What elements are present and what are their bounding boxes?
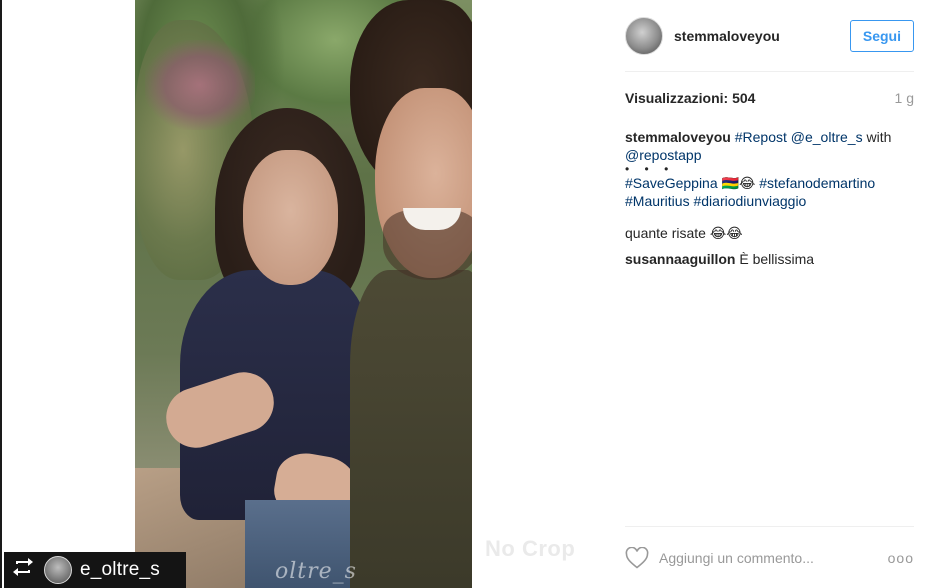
man-shirt [350, 270, 472, 588]
nocrop-watermark: No Crop [485, 536, 576, 561]
caption-username[interactable]: stemmaloveyou [625, 129, 731, 145]
post-stats: Visualizzazioni: 504 1 g [625, 90, 914, 106]
repost-icon [12, 557, 42, 583]
post-video[interactable]: oltre_s [135, 0, 472, 588]
comment-username[interactable]: susannaaguillon [625, 251, 735, 267]
background-flowers [145, 40, 255, 130]
list-item: quante risate 😂😂 [625, 224, 914, 242]
post-sidebar: stemmaloveyou Segui Visualizzazioni: 504… [601, 0, 936, 588]
hashtag-savegeppina[interactable]: #SaveGeppina [625, 175, 718, 191]
more-options-icon[interactable]: ooo [888, 550, 914, 566]
comment-input[interactable] [659, 549, 879, 566]
hashtag-stefanodemartino[interactable]: #stefanodemartino [759, 175, 875, 191]
caption-emoji: 🇲🇺😂 [721, 175, 756, 191]
follow-button[interactable]: Segui [849, 19, 914, 52]
caption-dots: • • • [625, 162, 675, 176]
repost-username: e_oltre_s [80, 559, 160, 580]
post-age[interactable]: 1 g [895, 90, 914, 106]
heart-icon[interactable] [625, 546, 649, 569]
hashtag-repost[interactable]: #Repost [735, 129, 787, 145]
avatar[interactable] [625, 16, 663, 55]
post-header: stemmaloveyou Segui [625, 0, 914, 72]
add-comment-bar: ooo [625, 526, 914, 588]
caption-with: with [862, 129, 892, 145]
video-overlay-text: oltre_s [275, 559, 357, 584]
repost-avatar [44, 556, 72, 584]
views-count: Visualizzazioni: 504 [625, 90, 756, 106]
header-username[interactable]: stemmaloveyou [674, 28, 780, 44]
woman-face [243, 150, 338, 285]
comment-text: È bellissima [735, 251, 815, 267]
list-item: susannaaguillon È bellissima [625, 250, 914, 268]
mention-repostapp[interactable]: @repostapp [625, 147, 701, 163]
comment-text: quante risate 😂😂 [625, 225, 743, 241]
mention-e-oltre-s[interactable]: @e_oltre_s [791, 129, 863, 145]
repost-badge: e_oltre_s [4, 552, 186, 588]
caption: stemmaloveyou #Repost @e_oltre_s with @r… [625, 128, 914, 210]
comments-list: stemmaloveyou #Repost @e_oltre_s with @r… [625, 128, 914, 276]
hashtag-diariodiunviaggio[interactable]: #diariodiunviaggio [693, 193, 806, 209]
media-pane: oltre_s No Crop e_oltre_s [0, 0, 601, 588]
hashtag-mauritius[interactable]: #Mauritius [625, 193, 690, 209]
